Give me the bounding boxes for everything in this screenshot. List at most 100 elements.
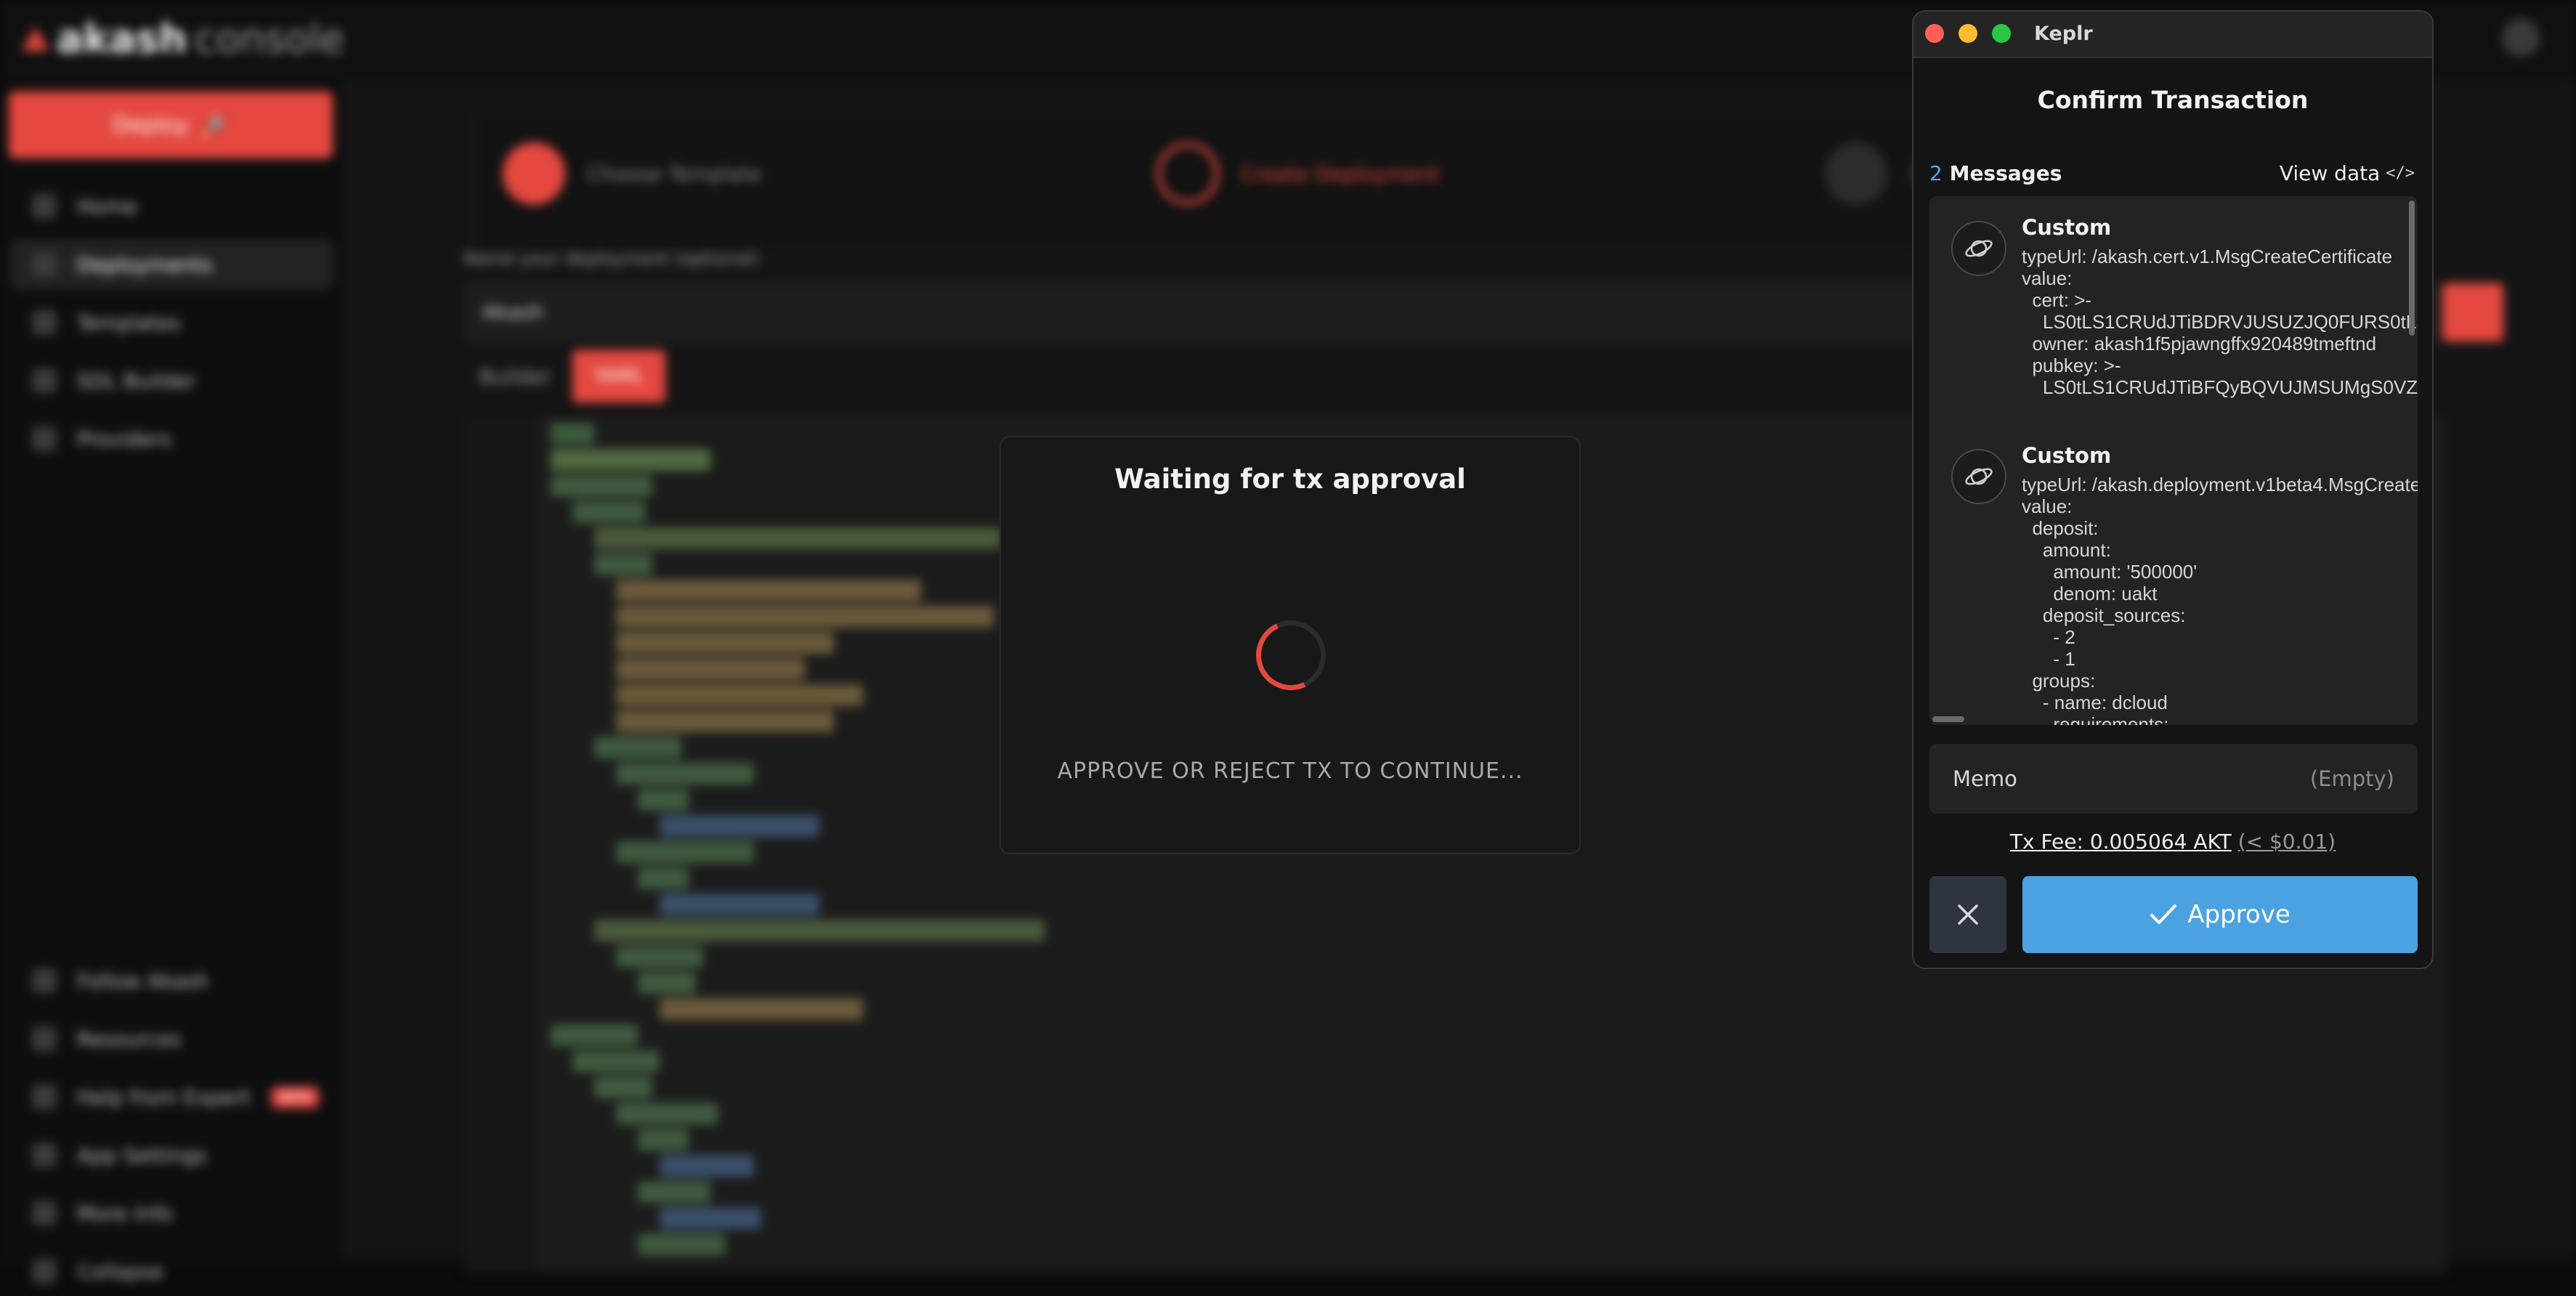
code-line: [616, 841, 754, 863]
code-line: [638, 972, 696, 994]
user-avatar-icon[interactable]: [2502, 19, 2540, 57]
sidebar-item-label: Providers: [77, 426, 171, 451]
code-line: [616, 946, 703, 968]
messages-list[interactable]: Custom typeUrl: /akash.cert.v1.MsgCreate…: [1929, 196, 2418, 725]
horizontal-scrollbar[interactable]: [1932, 716, 1964, 722]
sidebar-item-home[interactable]: Home: [10, 182, 333, 231]
code-line: [638, 1129, 689, 1151]
rocket-icon: 🚀: [201, 112, 230, 138]
loading-spinner-icon: [1246, 610, 1336, 700]
memo-field[interactable]: Memo (Empty): [1929, 744, 2418, 814]
message-title: Custom: [2022, 215, 2112, 240]
code-line: [616, 632, 834, 654]
window-maximize-icon[interactable]: [1992, 24, 2011, 43]
code-line: [638, 1181, 710, 1203]
deploy-button-label: Deploy: [112, 112, 189, 138]
sidebar-item-label: Follow Akash: [77, 968, 209, 993]
message-body: typeUrl: /akash.cert.v1.MsgCreateCertifi…: [2022, 246, 2418, 398]
step-choose-template[interactable]: Choose Template: [503, 142, 761, 205]
step-number-icon: [1157, 142, 1219, 205]
collapse-icon: [32, 1259, 57, 1284]
providers-icon: [32, 426, 57, 451]
code-line: [660, 815, 819, 837]
memo-label: Memo: [1953, 766, 2017, 791]
sdl-builder-icon: [32, 368, 57, 393]
close-icon: [1958, 904, 1978, 925]
keplr-titlebar[interactable]: Keplr: [1913, 12, 2432, 58]
code-line: [616, 1103, 718, 1125]
code-line: [594, 527, 1001, 549]
check-icon: [2150, 904, 2177, 924]
step-number-icon: [1825, 142, 1887, 205]
code-line: [616, 580, 921, 602]
planet-icon: [1951, 449, 2006, 504]
sidebar-item-providers[interactable]: Providers: [10, 414, 333, 463]
home-icon: [32, 194, 57, 219]
code-line: [660, 1155, 754, 1177]
message-count-number: 2: [1929, 161, 1943, 185]
sidebar-item-deployments[interactable]: Deployments: [10, 240, 333, 289]
step-three[interactable]: 3: [1825, 142, 1922, 205]
messages-count: 2 Messages: [1929, 161, 2062, 185]
akash-logo: akash console: [22, 16, 344, 62]
sidebar: Deploy 🚀 Home Deployments Templates SDL …: [0, 80, 341, 1284]
step-check-icon: [503, 142, 565, 205]
code-line: [616, 710, 834, 732]
resources-icon: [32, 1026, 57, 1051]
sidebar-item-collapse[interactable]: Collapse: [10, 1247, 333, 1296]
sidebar-item-label: Deployments: [77, 252, 212, 277]
editor-gutter: [463, 416, 536, 1273]
sidebar-item-templates[interactable]: Templates: [10, 298, 333, 347]
message-body: typeUrl: /akash.deployment.v1beta4.MsgCr…: [2022, 474, 2418, 725]
deploy-action-button[interactable]: [2442, 283, 2503, 341]
tx-fee-usd: (< $0.01): [2237, 830, 2336, 854]
sidebar-item-app-settings[interactable]: App Settings: [10, 1130, 333, 1180]
tab-builder[interactable]: Builder: [479, 365, 551, 389]
vertical-scrollbar[interactable]: [2409, 201, 2415, 336]
sidebar-item-label: Help from Expert: [77, 1085, 251, 1109]
tx-fee[interactable]: Tx Fee: 0.005064 AKT (< $0.01): [1913, 830, 2432, 854]
deploy-button[interactable]: Deploy 🚀: [9, 92, 333, 158]
sidebar-item-label: Home: [77, 194, 137, 219]
sidebar-item-help-from-expert[interactable]: Help from Expert NEW: [10, 1072, 333, 1122]
code-line: [594, 554, 652, 575]
sidebar-item-resources[interactable]: Resources: [10, 1014, 333, 1064]
sidebar-item-sdl-builder[interactable]: SDL Builder: [10, 356, 333, 405]
code-line: [638, 789, 689, 811]
code-line: [638, 1234, 725, 1255]
code-line: [551, 449, 710, 471]
sidebar-item-more-info[interactable]: More Info: [10, 1188, 333, 1238]
deployments-icon: [32, 252, 57, 277]
sidebar-item-follow-akash[interactable]: Follow Akash: [10, 956, 333, 1005]
memo-value: (Empty): [2309, 766, 2394, 791]
view-data-label: View data: [2279, 161, 2381, 185]
code-line: [594, 920, 1045, 941]
sidebar-item-label: Templates: [77, 310, 181, 335]
follow-icon: [32, 968, 57, 993]
approve-button[interactable]: Approve: [2022, 876, 2418, 953]
code-line: [551, 423, 594, 445]
reject-button[interactable]: [1929, 876, 2006, 953]
step-label: Create Deployment: [1241, 161, 1440, 186]
messages-label: Messages: [1949, 161, 2062, 185]
code-line: [660, 894, 819, 915]
new-badge: NEW: [270, 1086, 320, 1108]
window-minimize-icon[interactable]: [1959, 24, 1977, 43]
code-line: [660, 1207, 761, 1229]
view-data-button[interactable]: View data </>: [2280, 161, 2415, 185]
message-title: Custom: [2022, 443, 2112, 468]
code-line: [594, 737, 681, 758]
deployment-name-label: Name your deployment (optional): [463, 248, 760, 269]
window-close-icon[interactable]: [1925, 24, 1944, 43]
planet-icon: [1951, 221, 2006, 276]
modal-title: Waiting for tx approval: [1114, 463, 1466, 495]
step-create-deployment[interactable]: Create Deployment: [1157, 142, 1439, 205]
confirm-transaction-heading: Confirm Transaction: [2037, 86, 2309, 114]
waiting-approval-modal: Waiting for tx approval APPROVE OR REJEC…: [1000, 436, 1581, 854]
code-line: [616, 684, 863, 706]
sidebar-item-label: App Settings: [77, 1143, 207, 1167]
tx-fee-amount[interactable]: Tx Fee: 0.005064 AKT: [2010, 830, 2232, 854]
code-line: [551, 1024, 638, 1046]
code-icon: </>: [2386, 164, 2415, 182]
tab-yaml[interactable]: YAML: [572, 350, 665, 402]
